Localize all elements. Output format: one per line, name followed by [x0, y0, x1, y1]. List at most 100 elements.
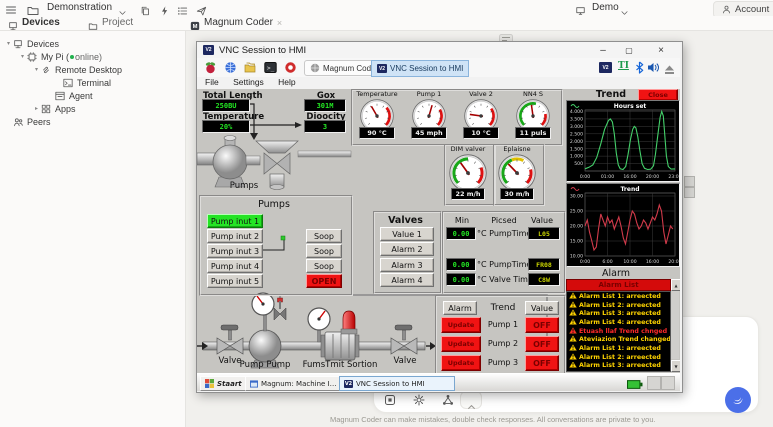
chevron-down-icon[interactable]: ▾ [18, 53, 27, 60]
tray-square[interactable] [647, 376, 661, 390]
alarm-list-item[interactable]: ! Alarm List 1: arreected [567, 344, 670, 353]
update-button-2[interactable]: Update [441, 336, 481, 352]
menu-help[interactable]: Help [272, 77, 301, 87]
start-button[interactable]: Staart [200, 376, 248, 391]
folder-icon[interactable] [27, 3, 39, 15]
alarm-list-item[interactable]: ! Alarm List 2: arreected [567, 300, 670, 310]
volume-icon[interactable] [647, 61, 661, 74]
pump-input-button-2[interactable]: Pump inut 2 [207, 229, 263, 243]
alarm-list-item[interactable]: ! Alarm List 1: arreected [567, 292, 670, 301]
gauge-value: 10 °C [463, 127, 499, 139]
devices-icon [13, 39, 24, 49]
tree-item-apps[interactable]: ▸ Apps [0, 102, 185, 115]
value-column-button[interactable]: Value [525, 301, 559, 315]
stop-box-icon[interactable] [384, 393, 396, 405]
edge-handle[interactable] [684, 187, 695, 198]
soop-button-2[interactable]: Soop [306, 244, 342, 258]
terminal-app-icon[interactable]: >_ [264, 61, 277, 74]
media-player-icon[interactable] [284, 61, 297, 74]
share-nodes-icon[interactable] [442, 393, 454, 405]
send-icon[interactable] [196, 3, 207, 16]
file-manager-icon[interactable] [244, 61, 257, 74]
editor-tab-magnum-coder[interactable]: M Magnum Coder × [190, 16, 282, 30]
taskbar-magnum-machine[interactable]: Magnum: Machine Inter... [245, 376, 345, 391]
update-button-3[interactable]: Update [441, 355, 481, 371]
alarm-scroll-up[interactable]: ▲ [671, 279, 680, 291]
copy-icon[interactable] [140, 3, 151, 16]
soop-button-1[interactable]: Soop [306, 229, 342, 243]
list-icon[interactable] [177, 3, 188, 15]
col-min: Min [454, 216, 470, 225]
alarm-column-button[interactable]: Alarm [443, 301, 477, 315]
svg-text:30.00: 30.00 [570, 194, 583, 200]
demo-switcher[interactable]: Demo [592, 2, 619, 13]
open-button[interactable]: OPEN [306, 274, 342, 288]
taskbar-magnum-label: Magnum: Machine Inter... [261, 379, 340, 388]
panel-collapse-icon[interactable] [499, 31, 513, 44]
alarm-list-item[interactable]: ! Alarm List 3: arreected [567, 309, 670, 318]
gauge-value: 30 m/h [500, 188, 534, 200]
tree-item-terminal[interactable]: Terminal [0, 76, 185, 89]
taskbar-vnc-session[interactable]: V2 VNC Session to HMI [339, 376, 455, 391]
alarm-list-item[interactable]: ! Alarm List 2: arreected [567, 352, 670, 362]
svg-text:Trend: Trend [620, 186, 639, 193]
close-icon[interactable]: × [277, 18, 282, 28]
browser-globe-icon[interactable] [224, 61, 237, 74]
alarm-list-item[interactable]: ! Alarm List 3: arreected [567, 361, 670, 371]
vnc-session-tab[interactable]: V2 VNC Session to HMI [371, 60, 470, 77]
vnc-titlebar[interactable]: V2 VNC Session to HMI – ▢ × [197, 42, 680, 59]
bolt-icon[interactable] [159, 3, 170, 16]
raspberry-menu-icon[interactable] [204, 61, 217, 74]
tab-devices[interactable]: Devices [8, 17, 60, 30]
pump-input-button-5[interactable]: Pump inut 5 [207, 274, 263, 288]
menu-settings[interactable]: Settings [227, 77, 270, 87]
unit-timer-label: °C Valve Time [477, 275, 533, 284]
menu-file[interactable]: File [199, 77, 225, 87]
pump-row-label: Pump 2 [487, 339, 519, 348]
chevron-right-icon[interactable]: ▸ [32, 105, 41, 112]
valve-button-1[interactable]: Value 1 [380, 227, 434, 241]
svg-text:6:00: 6:00 [602, 259, 612, 265]
tree-item-mypi[interactable]: ▾ My Pi (online) [0, 50, 185, 63]
pump-input-button-4[interactable]: Pump inut 4 [207, 259, 263, 273]
tree-item-devices[interactable]: ▾ Devices [0, 37, 185, 50]
alarm-list-item[interactable]: ! Alarm List 4: arreected [567, 318, 670, 327]
alarm-list-item[interactable]: ! Ateviazion Trend changed [567, 335, 670, 344]
alarm-list-item[interactable]: ! Etuash llaf Trend chnged [567, 326, 670, 336]
tab-project[interactable]: Project [88, 17, 133, 30]
tree-item-peers[interactable]: Peers [0, 115, 185, 128]
edge-handle[interactable] [684, 176, 695, 187]
tray-square[interactable] [661, 376, 675, 390]
apps-icon [41, 104, 52, 114]
tray-text-tool-icon[interactable]: TI [618, 61, 629, 71]
valves-title: Valves [388, 215, 423, 226]
chevron-up-icon [467, 397, 476, 410]
pump-input-button-1[interactable]: Pump inut 1 [207, 214, 263, 228]
battery-icon[interactable] [627, 377, 643, 389]
pump-input-button-3[interactable]: Pump inut 3 [207, 244, 263, 258]
svg-text:1.000: 1.000 [570, 154, 583, 160]
valve-button-2[interactable]: Alarm 2 [380, 242, 434, 256]
eject-icon[interactable] [664, 62, 675, 74]
chevron-down-icon [620, 4, 629, 15]
tray-vnc-icon[interactable]: V2 [599, 62, 612, 73]
expand-chevron-button[interactable] [460, 391, 482, 410]
minimize-button[interactable]: – [595, 44, 611, 56]
workspace-switcher[interactable]: Demonstration [47, 2, 112, 13]
soop-button-3[interactable]: Soop [306, 259, 342, 273]
tree-item-agent[interactable]: Agent [0, 89, 185, 102]
bluetooth-icon[interactable] [634, 61, 645, 74]
assistant-button[interactable] [725, 387, 751, 413]
update-button-1[interactable]: Update [441, 317, 481, 333]
chevron-down-icon[interactable]: ▾ [4, 40, 13, 47]
tree-item-remotedesktop[interactable]: ▾ Remote Desktop [0, 63, 185, 76]
close-button[interactable]: × [653, 44, 669, 56]
alarm-scroll-down[interactable]: ▼ [671, 360, 680, 372]
chevron-down-icon[interactable]: ▾ [32, 66, 41, 73]
valve-button-4[interactable]: Alarm 4 [380, 273, 434, 287]
menu-icon[interactable] [5, 3, 17, 14]
alarm-scrollbar-track[interactable] [671, 291, 679, 359]
valve-button-3[interactable]: Alarm 3 [380, 258, 434, 272]
maximize-button[interactable]: ▢ [621, 44, 637, 56]
gear-icon[interactable] [413, 393, 425, 406]
